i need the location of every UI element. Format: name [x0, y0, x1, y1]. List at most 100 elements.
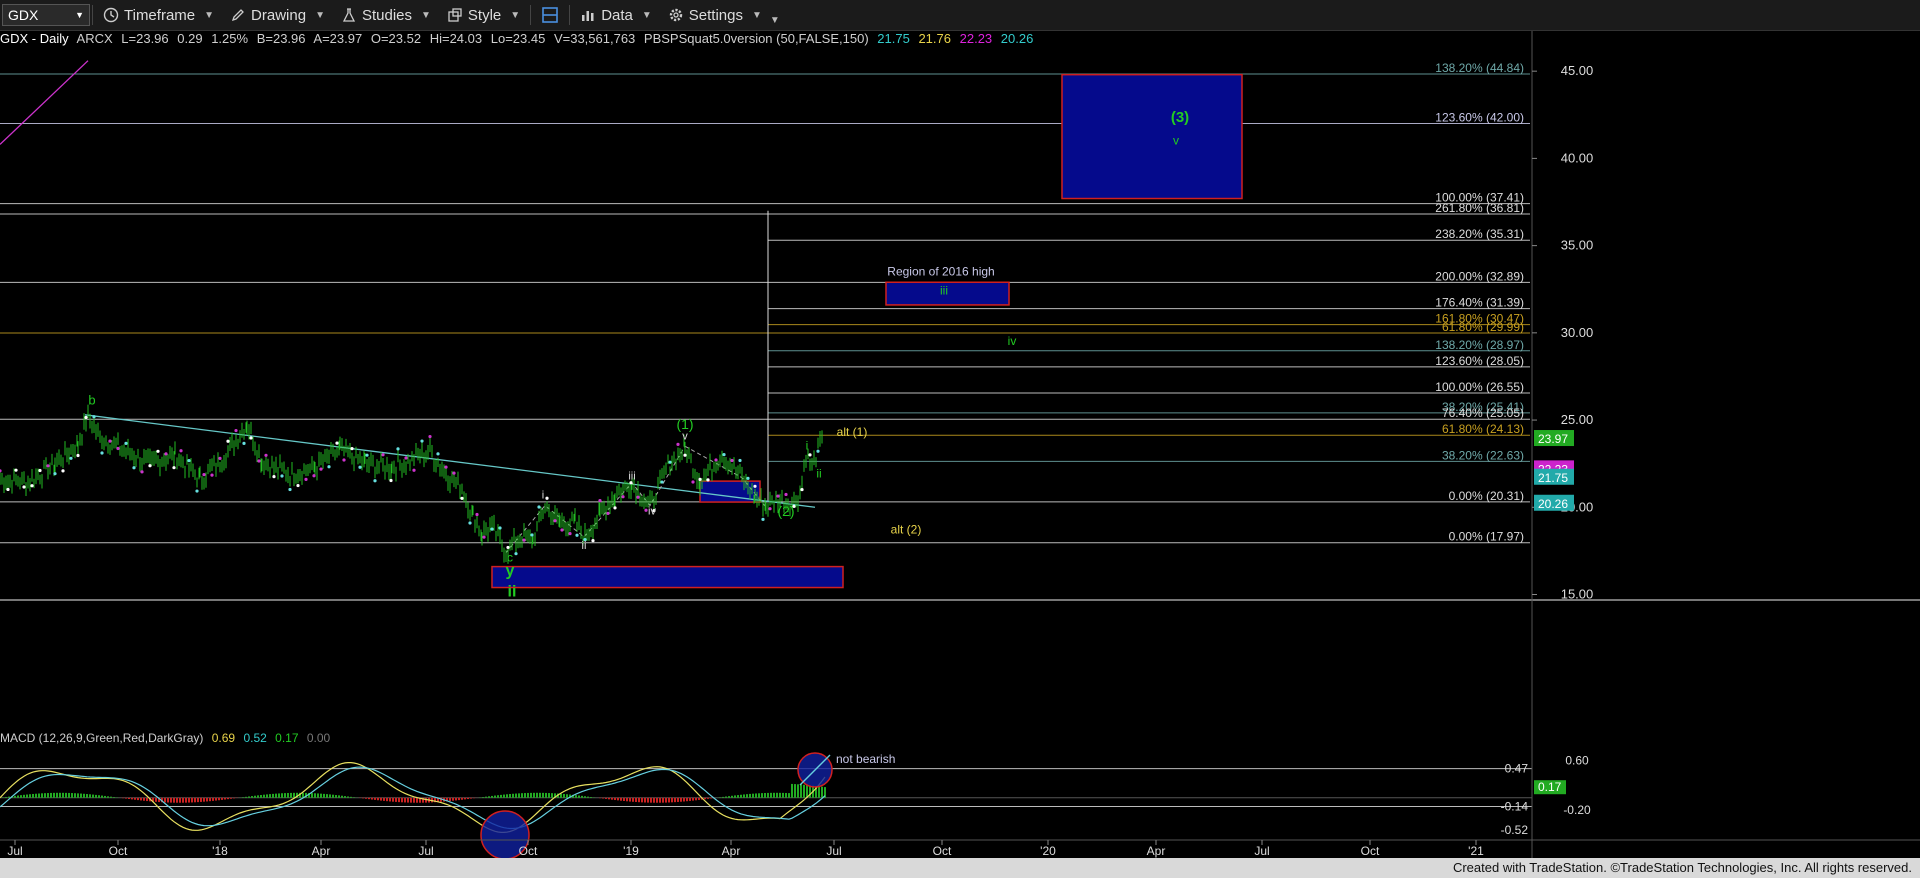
study-dot — [613, 506, 617, 510]
study-dot — [116, 446, 120, 451]
study-dot — [420, 439, 424, 443]
macd-tick-label: 0.60 — [1565, 754, 1589, 768]
study-dot — [621, 495, 625, 499]
fib-label: 100.00% (26.55) — [1435, 380, 1524, 394]
macd-pane[interactable]: not bearish — [0, 752, 1532, 858]
pct-change: 1.25% — [211, 31, 249, 46]
chevron-down-icon: ▼ — [510, 9, 521, 21]
study-dot — [753, 484, 757, 488]
time-tick-label: Apr — [722, 844, 741, 858]
macd-info-bar: MACD (12,26,9,Green,Red,DarkGray) 0.69 0… — [0, 731, 335, 745]
settings-button[interactable]: Settings ▼ — [660, 2, 770, 28]
timeframe-button[interactable]: Timeframe ▼ — [95, 2, 222, 28]
macd-label: MACD (12,26,9,Green,Red,DarkGray) — [0, 731, 204, 745]
layout-button[interactable] — [533, 2, 567, 28]
layout-icon — [542, 7, 558, 23]
study-dot — [691, 480, 695, 484]
study-dot — [30, 484, 34, 488]
study-dot — [606, 511, 610, 515]
volume: V=33,561,763 — [553, 31, 636, 46]
study-dot — [319, 467, 323, 471]
study-value-2: 21.76 — [918, 31, 951, 46]
study-dot — [676, 442, 680, 446]
study-dot — [226, 439, 230, 443]
study-dot — [312, 474, 316, 478]
study-dot — [482, 535, 486, 539]
symbol-input[interactable]: GDX ▼ — [2, 4, 90, 26]
study-dot — [0, 469, 2, 473]
separator — [530, 5, 532, 25]
study-value-3: 22.23 — [959, 31, 993, 46]
time-tick-label: '21 — [1468, 844, 1484, 858]
study-dot — [164, 452, 168, 456]
study-dot — [304, 477, 308, 481]
study-dot — [506, 545, 510, 550]
separator — [569, 5, 571, 25]
study-dot — [46, 464, 50, 468]
pane-separator — [0, 599, 1920, 601]
study-dot — [514, 552, 518, 556]
study-dot — [288, 487, 292, 492]
data-label: Data — [601, 6, 633, 24]
study-dot — [768, 507, 772, 511]
study-dot — [264, 453, 268, 457]
overflow-caret-icon[interactable]: ▼ — [770, 15, 780, 26]
study-dot — [722, 452, 726, 457]
time-tick-label: Jul — [1254, 844, 1269, 858]
study-dot — [746, 476, 750, 480]
study-dot — [272, 475, 276, 479]
fib-label: 0.00% (20.31) — [1449, 489, 1524, 503]
study-dot — [187, 458, 191, 463]
study-dot — [92, 415, 96, 419]
price-chart[interactable]: 138.20% (44.84)123.60% (42.00)100.00% (3… — [0, 0, 1920, 858]
drawing-button[interactable]: Drawing ▼ — [222, 2, 333, 28]
study-dot — [553, 519, 557, 523]
time-tick-label: Jul — [418, 844, 433, 858]
chevron-down-icon[interactable]: ▼ — [75, 10, 84, 20]
study-dot — [714, 458, 718, 462]
macd-flag-label: -0.14 — [1501, 799, 1529, 813]
study-dot — [412, 468, 416, 472]
study-dot — [132, 466, 136, 470]
study-dot — [784, 492, 788, 497]
study-dot — [6, 487, 10, 492]
study-dot — [327, 465, 331, 469]
fib-label: 38.20% (22.63) — [1442, 448, 1524, 462]
data-button[interactable]: Data ▼ — [572, 2, 660, 28]
style-button[interactable]: Style ▼ — [439, 2, 528, 28]
symbol-text: GDX — [8, 7, 39, 23]
net-change: 0.29 — [177, 31, 203, 46]
target-box-wave-3 — [1061, 73, 1243, 200]
chevron-down-icon: ▼ — [751, 9, 762, 21]
study-dot — [475, 512, 479, 517]
time-tick-label: Jul — [7, 844, 22, 858]
chevron-down-icon: ▼ — [421, 9, 431, 21]
studies-label: Studies — [361, 6, 413, 24]
study-dot — [389, 478, 393, 483]
price-pane[interactable]: 138.20% (44.84)123.60% (42.00)100.00% (3… — [0, 60, 1530, 601]
high: Hi=24.03 — [429, 31, 483, 46]
study-dot — [61, 469, 65, 473]
wave-label: iii — [628, 470, 635, 482]
drawing-label: Drawing — [251, 6, 307, 24]
study-dot — [668, 460, 672, 464]
study-dot — [100, 451, 104, 455]
macd-flag-label: 0.47 — [1505, 762, 1529, 776]
time-tick-label: Apr — [1147, 844, 1166, 858]
study-dot — [53, 472, 57, 476]
study-dot — [108, 439, 112, 443]
wave-label: i — [806, 439, 809, 453]
support-box-bottom — [491, 565, 844, 589]
study-dot — [202, 473, 206, 477]
study-dot — [373, 479, 377, 483]
study-dot — [490, 527, 494, 531]
separator — [92, 5, 93, 25]
study-dot — [148, 464, 152, 468]
study-dot — [800, 487, 804, 492]
studies-button[interactable]: Studies ▼ — [333, 2, 439, 28]
fib-label: 0.00% (17.97) — [1449, 530, 1524, 544]
study-dot — [249, 436, 253, 440]
time-tick-label: '19 — [623, 844, 639, 858]
toolbar: GDX ▼ Timeframe ▼ Drawing ▼ Studies ▼ St… — [0, 0, 1920, 31]
price-flag-label: 21.75 — [1538, 471, 1568, 485]
